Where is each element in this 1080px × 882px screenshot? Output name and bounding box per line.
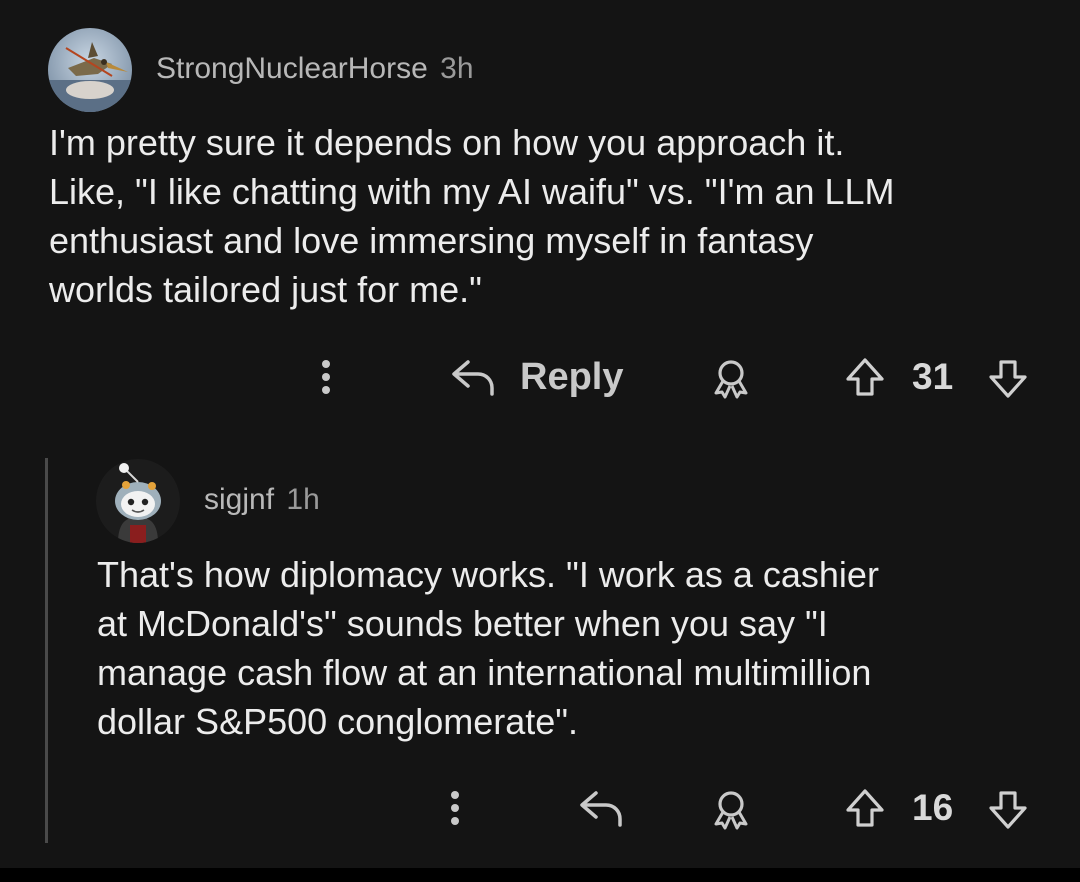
award-icon[interactable]	[709, 787, 753, 831]
comment-thread-screen: StrongNuclearHorse 3h I'm pretty sure it…	[0, 0, 1080, 882]
comment-line: at McDonald's" sounds better when you sa…	[97, 603, 828, 644]
username-link[interactable]: StrongNuclearHorse	[156, 52, 428, 85]
avatar-sigjnf[interactable]	[96, 459, 180, 543]
comment-line: I'm pretty sure it depends on how you ap…	[49, 122, 845, 163]
upvote-arrow-icon[interactable]	[843, 355, 887, 399]
avatar-image	[96, 459, 180, 543]
award-icon[interactable]	[709, 356, 753, 400]
avatar-image	[48, 28, 132, 112]
comment-actions: Reply 31	[0, 352, 1080, 402]
comment-line: dollar S&P500 conglomerate".	[97, 701, 579, 742]
downvote-arrow-icon[interactable]	[986, 357, 1030, 401]
comment-header: sigjnf 1h	[204, 483, 320, 517]
downvote-arrow-icon[interactable]	[986, 788, 1030, 832]
comment-line: manage cash flow at an international mul…	[97, 652, 872, 693]
comment-line: worlds tailored just for me."	[49, 269, 482, 310]
comment-actions: 16	[0, 783, 1080, 833]
upvote-arrow-icon[interactable]	[843, 786, 887, 830]
reply-label: Reply	[520, 356, 624, 398]
more-vertical-icon[interactable]	[440, 786, 470, 830]
bottom-edge	[0, 868, 1080, 882]
comment-line: That's how diplomacy works. "I work as a…	[97, 554, 879, 595]
vote-count: 31	[912, 356, 954, 397]
username-link[interactable]: sigjnf	[204, 483, 274, 516]
comment-timestamp: 1h	[286, 483, 320, 516]
comment-text: I'm pretty sure it depends on how you ap…	[49, 118, 895, 314]
comment-line: Like, "I like chatting with my AI waifu"…	[49, 171, 895, 212]
comment-timestamp: 3h	[440, 52, 474, 85]
avatar-strongnuclearhorse[interactable]	[48, 28, 132, 112]
vote-count: 16	[912, 787, 954, 828]
comment-text: That's how diplomacy works. "I work as a…	[97, 550, 879, 746]
reply-arrow-icon	[452, 360, 494, 396]
comment-line: enthusiast and love immersing myself in …	[49, 220, 814, 261]
more-vertical-icon[interactable]	[311, 355, 341, 399]
reply-arrow-icon[interactable]	[578, 787, 624, 829]
comment-header: StrongNuclearHorse 3h	[156, 52, 474, 86]
